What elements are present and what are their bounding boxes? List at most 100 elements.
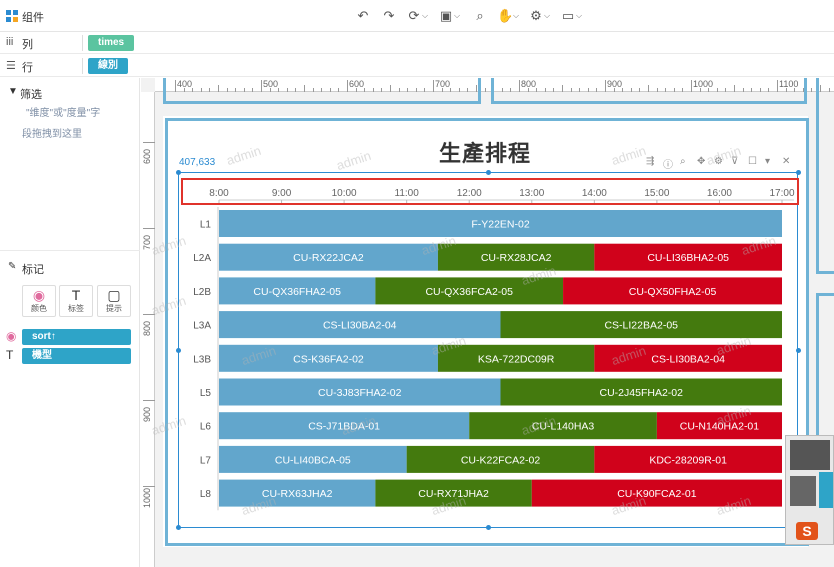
chevron-down-icon[interactable]: ⌵ xyxy=(576,8,582,24)
dropdown-icon[interactable]: ▾ xyxy=(765,156,770,167)
ruler-label: 1000 xyxy=(142,487,152,508)
label-mark-label: 标签 xyxy=(68,304,84,313)
filter-drop-hint-2[interactable]: 段拖拽到这里 xyxy=(22,125,82,145)
components-title[interactable]: 组件 xyxy=(22,9,44,25)
resize-handle[interactable] xyxy=(796,170,801,175)
ruler-label: 700 xyxy=(142,234,152,250)
ruler-tick xyxy=(143,142,155,143)
input-method-icon[interactable]: S xyxy=(796,522,818,540)
marks-icon: ✎ xyxy=(8,261,17,272)
rows-label: 行 xyxy=(22,62,33,74)
gantt-bar-label: CS-LI30BA2-04 xyxy=(651,353,725,365)
chevron-down-icon[interactable]: ⌵ xyxy=(422,8,428,24)
gantt-bar-label: CU-QX50FHA2-05 xyxy=(629,286,717,298)
sort-field-pill[interactable]: sort↑ xyxy=(22,329,131,345)
gantt-bar-label: CU-N140HA2-01 xyxy=(680,421,760,433)
rows-field-pill[interactable]: 線別 xyxy=(88,58,128,74)
filter-drop-hint[interactable]: "维度"或"度量"字 xyxy=(26,104,100,124)
minimap-thumbnail[interactable]: S xyxy=(785,435,834,545)
gantt-chart[interactable]: 8:00 9:00 10:00 11:00 12:00 13:00 14:00 15:00 16… xyxy=(181,178,799,518)
gantt-bar-label: CU-K22FCA2-02 xyxy=(461,454,541,466)
chevron-down-icon[interactable]: ⌵ xyxy=(544,8,550,24)
gantt-bar-label: CU-K90FCA2-01 xyxy=(617,488,697,500)
y-category-label: L8 xyxy=(200,489,212,500)
refresh-icon[interactable]: ⟳ xyxy=(406,8,422,24)
layers-icon[interactable]: ⇶ xyxy=(646,156,654,167)
divider xyxy=(82,58,83,74)
gantt-bar-label: CS-K36FA2-02 xyxy=(293,353,364,365)
rows-shelf: ☰ 行 線別 xyxy=(0,55,834,77)
chevron-down-icon[interactable]: ⌵ xyxy=(454,8,460,24)
y-category-label: L3B xyxy=(193,354,211,365)
redo-icon[interactable]: ↷ xyxy=(381,8,397,24)
columns-field-pill[interactable]: times xyxy=(88,35,135,51)
close-icon[interactable]: ✕ xyxy=(782,156,790,167)
y-category-label: L2A xyxy=(193,253,211,264)
ruler-tick xyxy=(143,314,155,315)
filter-title: 筛选 xyxy=(20,89,42,101)
vertical-ruler: 600 700 800 900 1000 xyxy=(141,92,155,567)
gantt-bar-label: CU-QX36FCA2-05 xyxy=(425,286,513,298)
chart-title: 生產排程 xyxy=(439,142,532,167)
move-icon[interactable]: ✥ xyxy=(697,156,705,167)
color-mark-button[interactable]: ◉ 颜色 xyxy=(22,285,56,317)
gantt-bar-label: CU-RX28JCA2 xyxy=(481,252,552,264)
minimap-viewport[interactable] xyxy=(819,472,833,508)
settings-icon[interactable]: ⚙ xyxy=(714,156,723,167)
gantt-bar-label: CU-LI36BHA2-05 xyxy=(647,252,729,264)
preview-icon[interactable]: ⌕ xyxy=(472,8,488,24)
columns-label: 列 xyxy=(22,39,33,51)
y-category-label: L2B xyxy=(193,287,211,298)
minimap-block xyxy=(790,440,830,470)
gantt-bar-label: CU-2J45FHA2-02 xyxy=(600,387,684,399)
gantt-bar-label: CU-L140HA3 xyxy=(532,421,595,433)
color-field-icon: ◉ xyxy=(6,329,17,343)
chevron-down-icon[interactable]: ⌵ xyxy=(513,8,519,24)
filter-icon[interactable]: ⊽ xyxy=(731,156,738,167)
resize-handle[interactable] xyxy=(486,170,491,175)
save-icon[interactable]: ▣ xyxy=(438,8,454,24)
divider xyxy=(0,250,140,251)
model-field-pill[interactable]: 機型 xyxy=(22,348,131,364)
ruler-tick xyxy=(143,400,155,401)
left-panel: ▼ 筛选 "维度"或"度量"字 段拖拽到这里 ✎ 标记 ◉ 颜色 T 标签 ▢ … xyxy=(0,78,140,567)
info-icon[interactable]: ⓘ xyxy=(663,156,673,171)
undo-icon[interactable]: ↶ xyxy=(355,8,371,24)
y-category-label: L1 xyxy=(200,220,212,231)
ruler-minor-tick xyxy=(484,88,486,92)
columns-icon: iii xyxy=(6,36,14,48)
design-canvas[interactable]: 400 500 600 700 800 900 1000 1100 600 700 800 900 1… xyxy=(141,78,834,567)
tooltip-mark-button[interactable]: ▢ 提示 xyxy=(97,285,131,317)
text-icon: T xyxy=(71,287,81,303)
gantt-bar-label: F-Y22EN-02 xyxy=(471,219,530,231)
resize-handle[interactable] xyxy=(176,525,181,530)
gantt-bar-label: CU-RX63JHA2 xyxy=(262,488,333,500)
gantt-bar-label: CU-3J83FHA2-02 xyxy=(318,387,402,399)
ruler-label: 600 xyxy=(142,148,152,164)
gantt-bar-label: KDC-28209R-01 xyxy=(649,454,727,466)
label-mark-button[interactable]: T 标签 xyxy=(59,285,93,317)
gantt-bar-label: CS-LI30BA2-04 xyxy=(323,320,397,332)
marks-title: 标记 xyxy=(22,264,44,276)
minimap-block xyxy=(790,476,816,506)
search-icon[interactable]: ⌕ xyxy=(680,156,686,167)
gantt-bar-label: CS-J71BDA-01 xyxy=(308,421,380,433)
color-icon: ◉ xyxy=(32,287,46,303)
color-mark-label: 颜色 xyxy=(31,304,47,313)
gantt-bar-label: CU-QX36FHA2-05 xyxy=(253,286,341,298)
ruler-tick xyxy=(143,486,155,487)
y-category-label: L3A xyxy=(193,321,211,332)
y-category-label: L6 xyxy=(200,422,212,433)
ruler-label: 900 xyxy=(142,406,152,422)
top-toolbar: 组件 ↶ ↷ ⟳ ⌵ ▣ ⌵ ⌕ ✋ ⌵ ⚙ ⌵ ▭ ⌵ xyxy=(0,0,834,32)
container-frame xyxy=(491,78,807,104)
monitor-icon[interactable]: ▭ xyxy=(560,8,576,24)
ruler-label: 800 xyxy=(142,320,152,336)
highlight-box xyxy=(181,178,799,205)
columns-shelf: iii 列 times xyxy=(0,32,834,54)
resize-handle[interactable] xyxy=(176,170,181,175)
resize-handle[interactable] xyxy=(486,525,491,530)
hand-icon[interactable]: ✋ xyxy=(497,8,513,24)
settings-icon[interactable]: ⚙ xyxy=(528,8,544,24)
maximize-icon[interactable]: ☐ xyxy=(748,156,757,167)
